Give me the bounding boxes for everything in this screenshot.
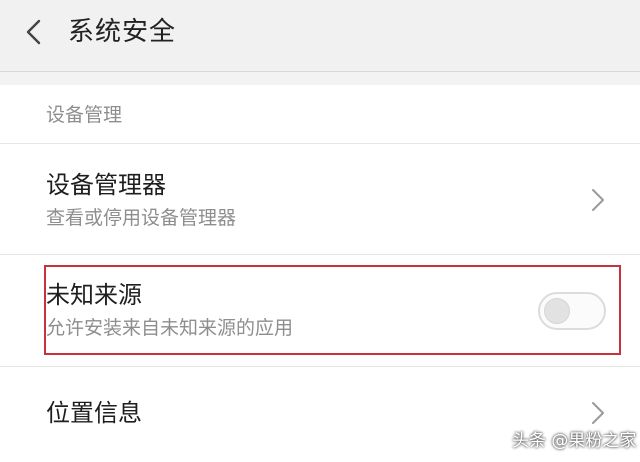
back-button[interactable] bbox=[16, 14, 52, 50]
toggle-knob bbox=[544, 298, 570, 324]
chevron-right-icon bbox=[592, 402, 604, 424]
row-title-unknown-sources: 未知来源 bbox=[46, 281, 142, 309]
row-title-device-manager: 设备管理器 bbox=[46, 171, 166, 199]
row-subtitle-unknown-sources: 允许安装来自未知来源的应用 bbox=[46, 317, 294, 339]
settings-list: 设备管理 设备管理器 查看或停用设备管理器 未知来源 允许安装来自未知来源的应用… bbox=[0, 85, 640, 462]
app-header: 系统安全 bbox=[0, 0, 640, 72]
row-subtitle-device-manager: 查看或停用设备管理器 bbox=[46, 207, 237, 229]
unknown-sources-toggle[interactable] bbox=[538, 292, 606, 330]
watermark: 头条 @果粉之家 bbox=[512, 431, 637, 451]
chevron-left-icon bbox=[26, 19, 41, 45]
section-header-device-management: 设备管理 bbox=[46, 104, 123, 126]
page-title: 系统安全 bbox=[68, 17, 177, 47]
chevron-right-icon bbox=[592, 189, 604, 211]
row-title-location-info: 位置信息 bbox=[46, 399, 142, 427]
row-device-manager[interactable]: 设备管理器 查看或停用设备管理器 bbox=[0, 144, 640, 254]
